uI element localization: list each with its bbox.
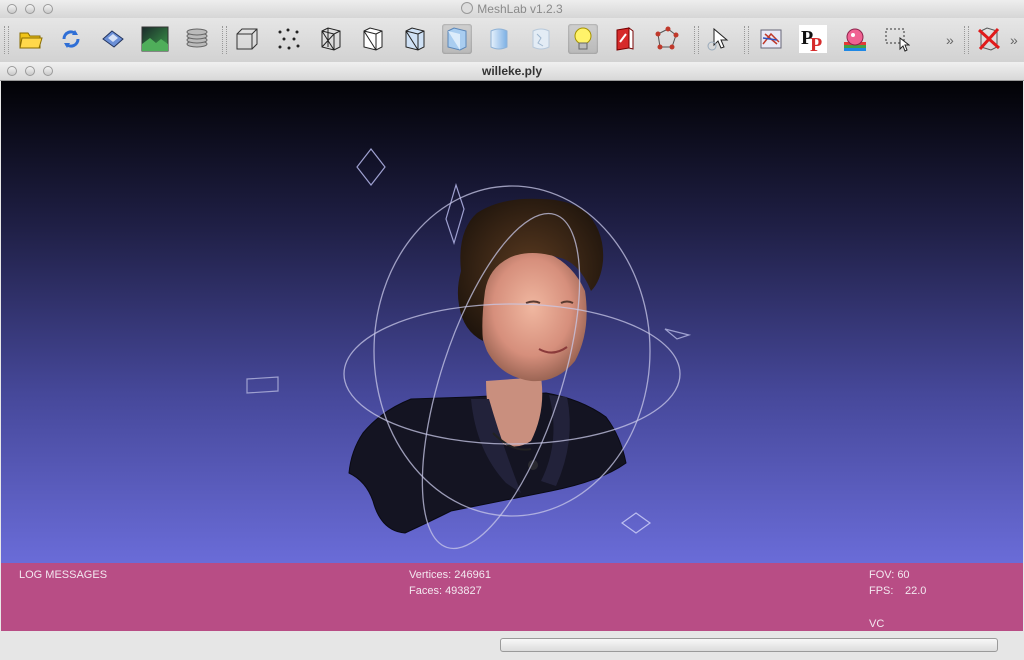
flat-icon (447, 27, 467, 51)
light-gizmo-marker (664, 328, 692, 340)
open-button[interactable] (16, 24, 46, 54)
flat-button[interactable] (442, 24, 472, 54)
toolbar-grip[interactable] (694, 26, 699, 54)
hiddenlines-icon (363, 27, 383, 51)
vertices-count: Vertices: 246961 (409, 569, 491, 581)
close-mesh-button[interactable] (974, 24, 1004, 54)
document-title: willeke.ply (481, 64, 543, 78)
color-icon (844, 28, 866, 51)
app-title-text: MeshLab v1.2.3 (477, 2, 563, 16)
smooth-icon (490, 28, 508, 50)
light-icon (574, 27, 592, 50)
light-gizmo-marker (356, 148, 386, 186)
color-button[interactable] (840, 24, 870, 54)
open-icon (19, 32, 43, 49)
wireframe-button[interactable] (316, 24, 346, 54)
layers-button[interactable] (182, 24, 212, 54)
texture-button[interactable] (526, 24, 556, 54)
mesh-scene (246, 148, 692, 550)
reload-icon (62, 30, 80, 48)
manipulator-icon (707, 27, 729, 51)
fov-value: FOV: 60 (869, 569, 910, 581)
hiddenlines-button[interactable] (358, 24, 388, 54)
light-gizmo-marker (246, 376, 279, 394)
3d-viewport[interactable] (1, 81, 1023, 563)
save-button[interactable] (98, 24, 128, 54)
snapshot-button[interactable] (140, 24, 170, 54)
points-icon (278, 28, 300, 50)
flatlines-button[interactable] (400, 24, 430, 54)
bbox-icon (236, 28, 258, 50)
app-titlebar: MeshLab v1.2.3 (0, 0, 1024, 18)
close-mesh-icon (977, 27, 1001, 51)
svg-text:P: P (810, 34, 822, 53)
backface-button[interactable] (610, 24, 640, 54)
align-icon (760, 29, 782, 49)
points-button[interactable] (274, 24, 304, 54)
save-icon (102, 30, 124, 48)
toolbar-overflow-button[interactable]: » (946, 32, 954, 48)
log-panel: LOG MESSAGES Vertices: 246961 Faces: 493… (1, 563, 1023, 631)
render-mode: VC (869, 618, 885, 630)
app-title: MeshLab v1.2.3 (0, 2, 1024, 16)
paint-button[interactable]: PP (798, 24, 828, 54)
wireframe-icon (321, 27, 341, 51)
select-region-icon (885, 28, 910, 52)
meshlab-logo-icon (461, 2, 474, 14)
toolbar-grip[interactable] (744, 26, 749, 54)
reload-button[interactable] (56, 24, 86, 54)
paint-icon: PP (799, 25, 827, 53)
toolbar-grip[interactable] (222, 26, 227, 54)
light-gizmo-marker (620, 512, 652, 534)
manipulator-button[interactable] (704, 24, 734, 54)
status-bar (0, 631, 1024, 660)
document-titlebar: willeke.ply (0, 62, 1024, 81)
toolbar-grip[interactable] (964, 26, 969, 54)
backface-icon (616, 27, 634, 51)
fps-value: 22.0 (905, 585, 927, 597)
toolbar-grip[interactable] (4, 26, 9, 54)
fps-label: FPS: (869, 585, 894, 597)
flatlines-icon (405, 27, 425, 51)
toolbar-overflow-button[interactable]: » (1010, 32, 1018, 48)
select-vertices-button[interactable] (652, 24, 682, 54)
main-toolbar: PP » » (0, 18, 1024, 63)
select-vertices-icon (655, 26, 679, 50)
light-gizmo-marker (445, 182, 465, 246)
log-messages-label: LOG MESSAGES (19, 569, 108, 581)
select-region-button[interactable] (882, 24, 912, 54)
texture-icon (532, 28, 550, 50)
faces-count: Faces: 493827 (409, 585, 482, 597)
progress-bar (500, 638, 998, 652)
layers-icon (186, 28, 208, 48)
light-button[interactable] (568, 24, 598, 54)
align-button[interactable] (756, 24, 786, 54)
snapshot-icon (141, 26, 169, 52)
smooth-button[interactable] (484, 24, 514, 54)
bbox-button[interactable] (232, 24, 262, 54)
